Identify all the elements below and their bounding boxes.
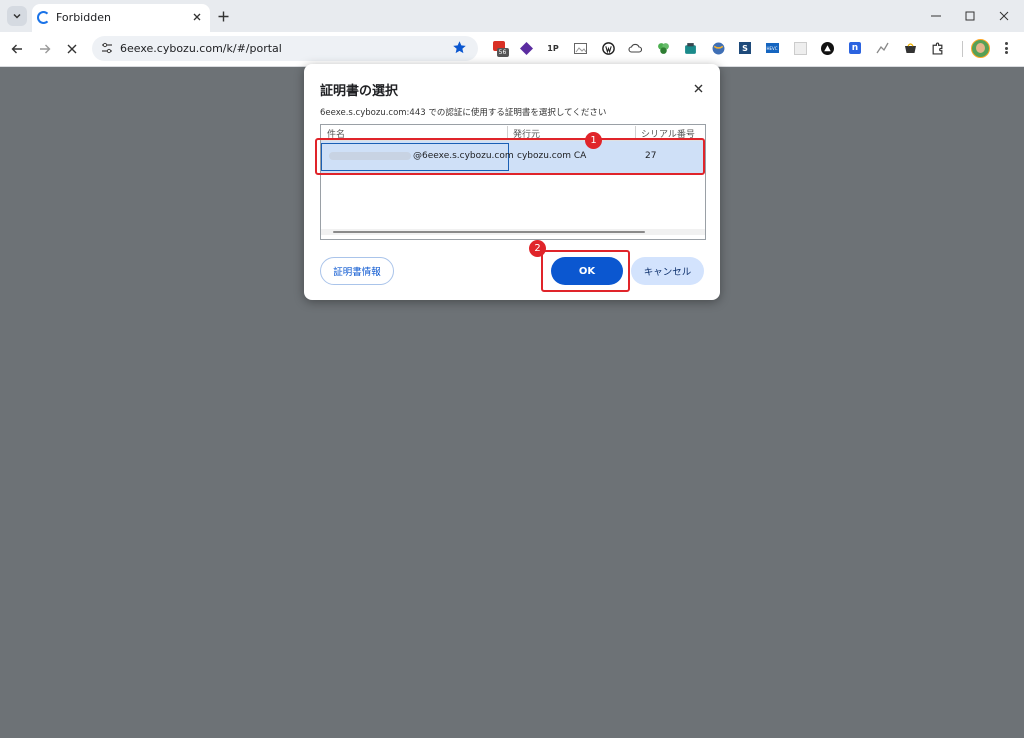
wordpress-icon[interactable] [600,40,616,56]
avatar-face [976,43,985,53]
tab-title: Forbidden [56,11,111,24]
dialog-close-button[interactable] [690,80,706,96]
loading-spinner-icon [37,11,50,24]
window-close-button[interactable] [990,6,1018,26]
annotation-highlight-row [315,138,705,175]
annotation-highlight-ok [541,250,630,292]
forward-button[interactable] [35,39,55,59]
address-bar[interactable]: 6eexe.cybozu.com/k/#/portal [92,36,478,61]
certificate-select-dialog: 証明書の選択 6eexe.s.cybozu.com:443 での認証に使用する証… [304,64,720,300]
close-icon [999,11,1009,21]
tab-search-button[interactable] [7,6,27,26]
browser-toolbar: 6eexe.cybozu.com/k/#/portal 56 1P S HEVC… [0,32,1024,67]
stop-loading-button[interactable] [62,39,82,59]
annotation-badge-1: 1 [585,132,602,149]
plus-icon [218,11,228,21]
back-button[interactable] [7,39,27,59]
tab-forbidden[interactable]: Forbidden [32,4,210,32]
dialog-title: 証明書の選択 [320,84,399,99]
tab-close-button[interactable] [189,9,205,25]
shopping-icon[interactable] [902,40,918,56]
hevc-icon[interactable]: HEVC [764,40,780,56]
browser-menu-button[interactable] [1000,40,1012,56]
new-tab-button[interactable] [214,7,232,25]
close-icon [67,44,77,54]
maximize-icon [965,11,975,21]
close-icon [694,84,702,92]
purple-diamond-icon[interactable] [518,40,534,56]
image-ext-icon[interactable] [572,40,588,56]
dialog-description: 6eexe.s.cybozu.com:443 での認証に使用する証明書を選択して… [320,108,607,118]
leaf-icon[interactable] [655,40,671,56]
cloud-icon[interactable] [627,40,643,56]
site-info-icon[interactable] [101,42,113,54]
gmail-ext-icon[interactable]: 56 [492,40,509,57]
arrow-left-icon [11,44,22,54]
n-square-icon[interactable]: n [847,40,863,56]
bookmark-star-icon[interactable] [452,40,467,55]
blank-ext-icon[interactable] [792,40,808,56]
triangle-circle-icon[interactable] [819,40,835,56]
extension-count-badge: 56 [496,47,509,57]
certificate-info-button[interactable]: 証明書情報 [320,257,394,285]
android-icon[interactable] [682,40,698,56]
puzzle-icon[interactable] [929,40,945,56]
minimize-button[interactable] [922,6,950,26]
1p-icon[interactable]: 1P [545,40,561,56]
cancel-button[interactable]: キャンセル [631,257,704,285]
horizontal-scrollbar-thumb[interactable] [333,231,645,233]
url-text[interactable]: 6eexe.cybozu.com/k/#/portal [120,42,282,55]
close-icon [193,13,201,21]
globe-icon[interactable] [710,40,726,56]
arrow-right-icon [40,44,51,54]
minimize-icon [931,15,941,17]
tab-strip: Forbidden [0,0,1024,32]
line-chart-icon[interactable] [874,40,890,56]
toolbar-divider [962,41,963,57]
profile-avatar[interactable] [971,39,990,58]
chevron-down-icon [13,13,21,19]
annotation-badge-2: 2 [529,240,546,257]
maximize-button[interactable] [956,6,984,26]
s-square-icon[interactable]: S [737,40,753,56]
